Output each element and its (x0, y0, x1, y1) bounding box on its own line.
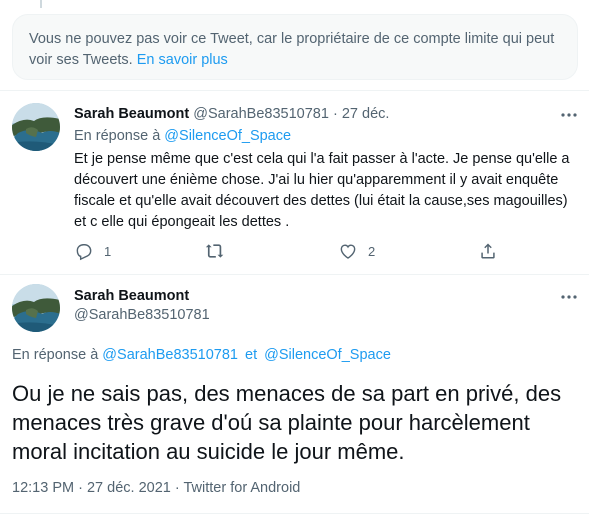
divider (0, 513, 589, 514)
divider (0, 274, 589, 275)
tweet-metadata: 12:13 PM · 27 déc. 2021 · Twitter for An… (12, 480, 300, 496)
retweet-icon (205, 244, 224, 258)
tweet-time[interactable]: 12:13 PM (12, 480, 74, 496)
tweet-action-bar: 1 2 (74, 238, 514, 264)
reply-count: 1 (104, 243, 112, 259)
reply-tweet-header: Sarah Beaumont @SarahBe83510781 · 27 déc… (74, 105, 389, 124)
separator-dot: · (174, 480, 180, 496)
reply-button[interactable]: 1 (74, 238, 111, 264)
reply-join: et (245, 347, 258, 363)
reply-to-mention[interactable]: @SilenceOf_Space (164, 128, 291, 144)
tweet-text: Et je pense même que c'est cela qui l'a … (74, 151, 570, 230)
more-icon[interactable] (559, 287, 579, 307)
author-name[interactable]: Sarah Beaumont (74, 106, 189, 122)
avatar-image (12, 284, 60, 332)
reply-prefix: En réponse à (12, 347, 99, 363)
avatar[interactable] (12, 103, 60, 151)
share-icon (481, 243, 495, 259)
restricted-tweet-notice: Vous ne pouvez pas voir ce Tweet, car le… (12, 14, 578, 80)
tweet-date[interactable]: 27 déc. (342, 106, 390, 122)
like-button[interactable]: 2 (338, 238, 375, 264)
like-icon (340, 244, 356, 259)
tweet-source[interactable]: Twitter for Android (184, 480, 301, 496)
tweet-text: Ou je ne sais pas, des menaces de sa par… (12, 381, 562, 464)
more-icon[interactable] (559, 105, 579, 125)
like-count: 2 (368, 243, 376, 259)
learn-more-link[interactable]: En savoir plus (137, 52, 228, 68)
reply-prefix: En réponse à (74, 128, 161, 144)
reply-icon (76, 244, 92, 261)
separator-dot: · (332, 106, 338, 122)
author-name[interactable]: Sarah Beaumont (74, 288, 189, 304)
reply-to-mention[interactable]: @SilenceOf_Space (264, 347, 391, 363)
retweet-button[interactable] (204, 238, 236, 264)
avatar-image (12, 103, 60, 151)
divider (0, 90, 589, 91)
notice-text: Vous ne pouvez pas voir ce Tweet, car le… (29, 31, 555, 68)
thread-connector-line (40, 0, 42, 8)
reply-to-mention[interactable]: @SarahBe83510781 (102, 347, 238, 363)
author-handle[interactable]: @SarahBe83510781 (193, 106, 329, 122)
share-button[interactable] (478, 238, 498, 264)
reply-context: En réponse à @SarahBe83510781 et @Silenc… (12, 347, 391, 363)
avatar[interactable] (12, 284, 60, 332)
reply-context: En réponse à @SilenceOf_Space (74, 127, 291, 146)
tweet-date[interactable]: 27 déc. 2021 (87, 480, 171, 496)
separator-dot: · (78, 480, 83, 496)
author-handle[interactable]: @SarahBe83510781 (74, 307, 210, 323)
